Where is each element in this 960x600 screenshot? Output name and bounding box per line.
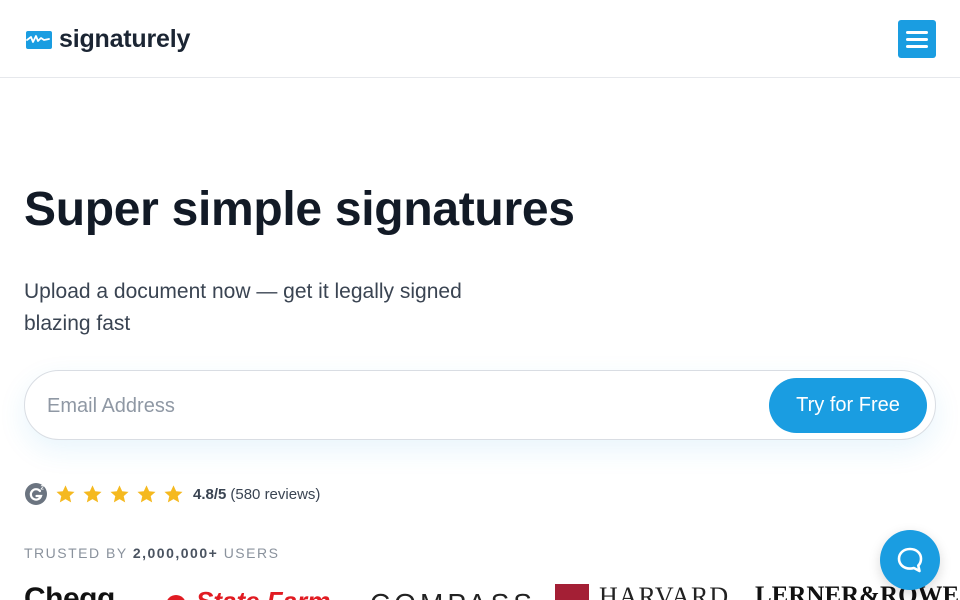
hero-subtitle: Upload a document now — get it legally s… (24, 280, 462, 335)
chat-bubble-glyph (897, 547, 923, 573)
star-icon (56, 484, 75, 502)
hero-title: Super simple signatures (24, 183, 575, 236)
signature-logo-icon (26, 31, 52, 49)
hamburger-menu-icon[interactable] (898, 20, 936, 58)
rating-summary: 2 4.8/5 (580 reviews) (24, 480, 320, 508)
chat-bubble-icon[interactable] (880, 530, 940, 590)
harvard-wordmark: HARVARD (599, 582, 730, 600)
review-count: (580 reviews) (230, 485, 321, 503)
compass-logo: COMPASS (370, 588, 536, 600)
lerner-rowe-logo: LERNER&ROWE (755, 582, 960, 600)
statefarm-wordmark: State Farm (196, 586, 330, 600)
try-for-free-button[interactable]: Try for Free (769, 378, 927, 433)
signup-form: Try for Free (24, 370, 936, 440)
harvard-logo: HARVARD (555, 582, 729, 600)
brand-name: signaturely (59, 24, 191, 53)
star-icon (137, 484, 156, 502)
trusted-prefix: TRUSTED BY (24, 545, 128, 561)
statefarm-logo: State Farm (166, 582, 330, 600)
email-input[interactable] (45, 385, 749, 427)
site-header: signaturely (0, 0, 960, 78)
brand-logo[interactable]: signaturely (24, 24, 190, 54)
star-icon (110, 484, 129, 502)
star-rating (54, 483, 185, 506)
star-icon (164, 484, 183, 502)
trusted-user-count: 2,000,000+ (132, 545, 219, 561)
trusted-suffix: USERS (223, 545, 280, 561)
star-icon (83, 484, 102, 502)
statefarm-emblem-icon (166, 594, 186, 600)
menu-bar (906, 44, 928, 48)
g2-icon: 2 (25, 483, 47, 505)
menu-bar (906, 30, 928, 34)
harvard-crest-icon (555, 584, 589, 600)
customer-logos: Chegg State Farm COMPASS HARVARD LERNER&… (0, 580, 960, 600)
menu-bar (906, 37, 928, 41)
rating-score: 4.8/5 (193, 485, 227, 503)
trusted-by-text: TRUSTED BY 2,000,000+ USERS (24, 545, 279, 561)
chegg-logo: Chegg (24, 582, 115, 600)
